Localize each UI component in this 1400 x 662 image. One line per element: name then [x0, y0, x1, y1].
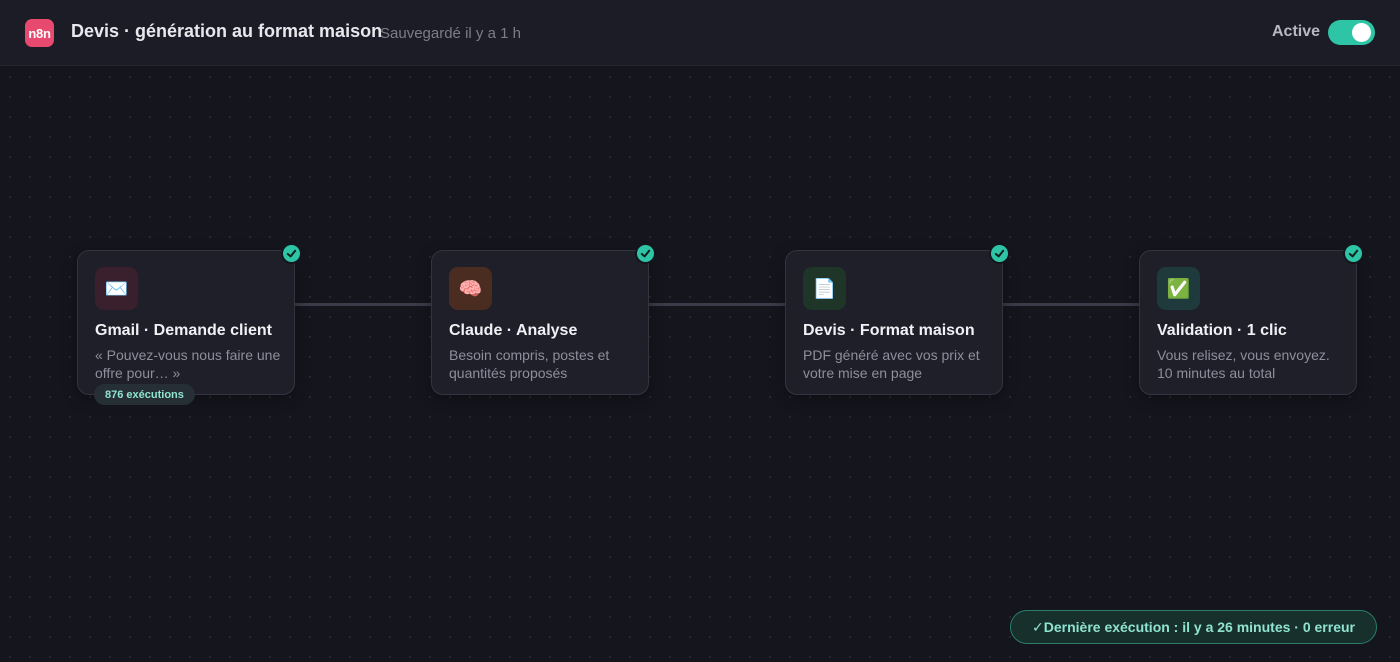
top-bar: n8n Devis · génération au format maison …: [0, 0, 1400, 66]
node-description: Vous relisez, vous envoyez. 10 minutes a…: [1157, 347, 1330, 381]
workflow-title[interactable]: Devis · génération au format maison: [71, 21, 382, 42]
saved-status: Sauvegardé il y a 1 h: [380, 25, 521, 42]
brain-glyph: 🧠: [458, 278, 483, 300]
node-title: Gmail · Demande client: [95, 322, 272, 339]
document-glyph: 📄: [812, 278, 837, 300]
connector-line: [1003, 303, 1139, 306]
envelope-icon: ✉️: [95, 267, 138, 310]
toggle-knob: [1352, 23, 1371, 42]
connector-line: [295, 303, 431, 306]
node-validation[interactable]: ✅ Validation · 1 clic Vous relisez, vous…: [1139, 243, 1364, 395]
node-gmail-request[interactable]: ✉️ Gmail · Demande client « Pouvez-vous …: [77, 243, 302, 395]
success-check-icon: [1343, 243, 1364, 264]
success-check-icon: [989, 243, 1010, 264]
node-claude-analysis[interactable]: 🧠 Claude · Analyse Besoin compris, poste…: [431, 243, 656, 395]
node-title: Validation · 1 clic: [1157, 322, 1287, 339]
envelope-glyph: ✉️: [104, 278, 129, 300]
last-execution-status[interactable]: ✓Dernière exécution : il y a 26 minutes …: [1010, 610, 1377, 644]
document-icon: 📄: [803, 267, 846, 310]
success-check-icon: [635, 243, 656, 264]
checkmark-glyph: ✅: [1166, 278, 1191, 300]
active-toggle[interactable]: [1328, 20, 1375, 45]
connector-line: [649, 303, 785, 306]
success-check-icon: [281, 243, 302, 264]
node-title: Devis · Format maison: [803, 322, 975, 339]
n8n-logo[interactable]: n8n: [25, 19, 54, 47]
node-description: PDF généré avec vos prix et votre mise e…: [803, 347, 980, 381]
node-title: Claude · Analyse: [449, 322, 578, 339]
active-label: Active: [1272, 23, 1321, 40]
node-description: « Pouvez-vous nous faire une offre pour……: [95, 347, 281, 381]
brain-icon: 🧠: [449, 267, 492, 310]
node-quote-format[interactable]: 📄 Devis · Format maison PDF généré avec …: [785, 243, 1010, 395]
execution-count-badge: 876 exécutions: [94, 384, 195, 405]
node-description: Besoin compris, postes et quantités prop…: [449, 347, 610, 381]
checkmark-icon: ✅: [1157, 267, 1200, 310]
